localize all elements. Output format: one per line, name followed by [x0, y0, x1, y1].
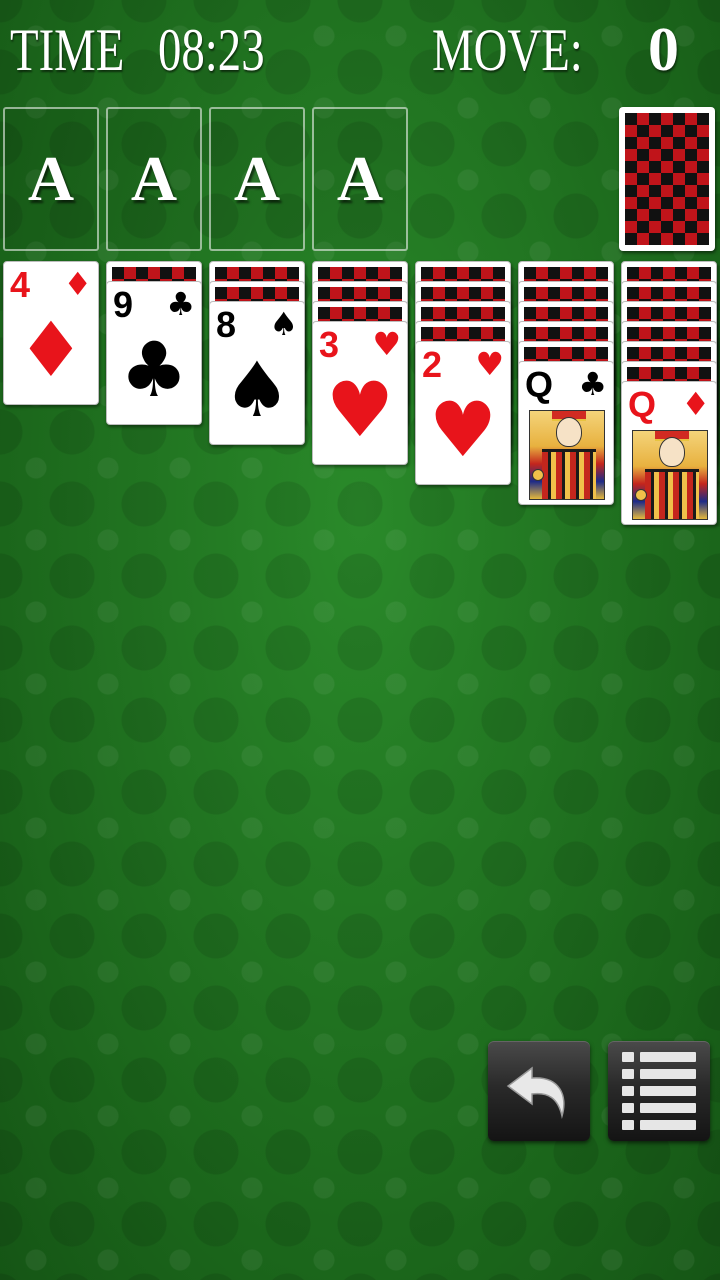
- queen-face-art: [632, 430, 708, 520]
- card-rank: 8: [216, 304, 237, 345]
- stock-pile[interactable]: [619, 107, 715, 251]
- card-back-pattern: [627, 267, 711, 281]
- card-back-pattern: [215, 267, 299, 281]
- card-rank: Q: [628, 384, 657, 425]
- time-value: 08:23: [158, 17, 265, 83]
- card-suit-icon: ♦: [681, 385, 710, 423]
- tableau-card[interactable]: 2 ♥ ♥: [415, 341, 511, 485]
- card-back-pattern: [627, 287, 711, 301]
- move-count: 0: [648, 16, 679, 84]
- tableau-card[interactable]: Q ♣: [518, 361, 614, 505]
- card-back-pattern: [524, 327, 608, 341]
- foundation-pile-3[interactable]: A: [209, 107, 305, 251]
- card-suit-large-icon: ♥: [325, 365, 395, 454]
- card-back-pattern: [421, 327, 505, 341]
- card-back-pattern: [524, 347, 608, 361]
- time-label: TIME: [10, 17, 125, 83]
- foundation-pile-4[interactable]: A: [312, 107, 408, 251]
- card-suit-icon: ♥: [475, 345, 504, 383]
- card-suit-large-icon: ♣: [119, 325, 189, 414]
- tableau-card[interactable]: 8 ♠ ♠: [209, 301, 305, 445]
- card-suit-icon: ♥: [372, 325, 401, 363]
- card-back-pattern: [112, 267, 196, 281]
- card-back-pattern: [627, 367, 711, 381]
- card-suit-icon: ♣: [166, 285, 195, 323]
- card-back-pattern: [627, 347, 711, 361]
- menu-button[interactable]: [608, 1041, 710, 1141]
- menu-list-icon: [622, 1052, 696, 1130]
- move-label: MOVE:: [432, 17, 583, 83]
- foundation-pile-1[interactable]: A: [3, 107, 99, 251]
- tableau-card[interactable]: 9 ♣ ♣: [106, 281, 202, 425]
- undo-button[interactable]: [488, 1041, 590, 1141]
- card-suit-large-icon: ♦: [16, 305, 86, 394]
- card-back-pattern: [421, 267, 505, 281]
- card-suit-large-icon: ♠: [222, 345, 292, 434]
- card-back-pattern: [318, 287, 402, 301]
- card-back-pattern: [627, 327, 711, 341]
- tableau-card[interactable]: Q ♦: [621, 381, 717, 525]
- foundation-label: A: [336, 143, 384, 214]
- card-rank: 9: [113, 284, 134, 325]
- card-back-pattern: [627, 307, 711, 321]
- card-rank: 3: [319, 324, 340, 365]
- foundation-label: A: [233, 143, 281, 214]
- card-rank: 4: [10, 264, 31, 305]
- foundation-label: A: [130, 143, 178, 214]
- foundation-pile-2[interactable]: A: [106, 107, 202, 251]
- undo-arrow-icon: [506, 1066, 565, 1119]
- card-back-pattern: [524, 287, 608, 301]
- card-suit-icon: ♠: [269, 305, 298, 343]
- card-suit-icon: ♦: [63, 265, 92, 303]
- card-back-pattern: [318, 307, 402, 321]
- tableau-card[interactable]: 3 ♥ ♥: [312, 321, 408, 465]
- card-back-pattern: [524, 267, 608, 281]
- queen-face-art: [529, 410, 605, 500]
- tableau-card[interactable]: 4 ♦ ♦: [3, 261, 99, 405]
- card-back-pattern: [318, 267, 402, 281]
- card-back-pattern: [524, 307, 608, 321]
- card-back-pattern: [625, 113, 709, 245]
- card-suit-large-icon: ♥: [428, 385, 498, 474]
- card-rank: Q: [525, 364, 554, 405]
- card-back-pattern: [421, 287, 505, 301]
- foundation-label: A: [27, 143, 75, 214]
- card-back-pattern: [215, 287, 299, 301]
- card-suit-icon: ♣: [578, 365, 607, 403]
- card-rank: 2: [422, 344, 443, 385]
- card-back-pattern: [421, 307, 505, 321]
